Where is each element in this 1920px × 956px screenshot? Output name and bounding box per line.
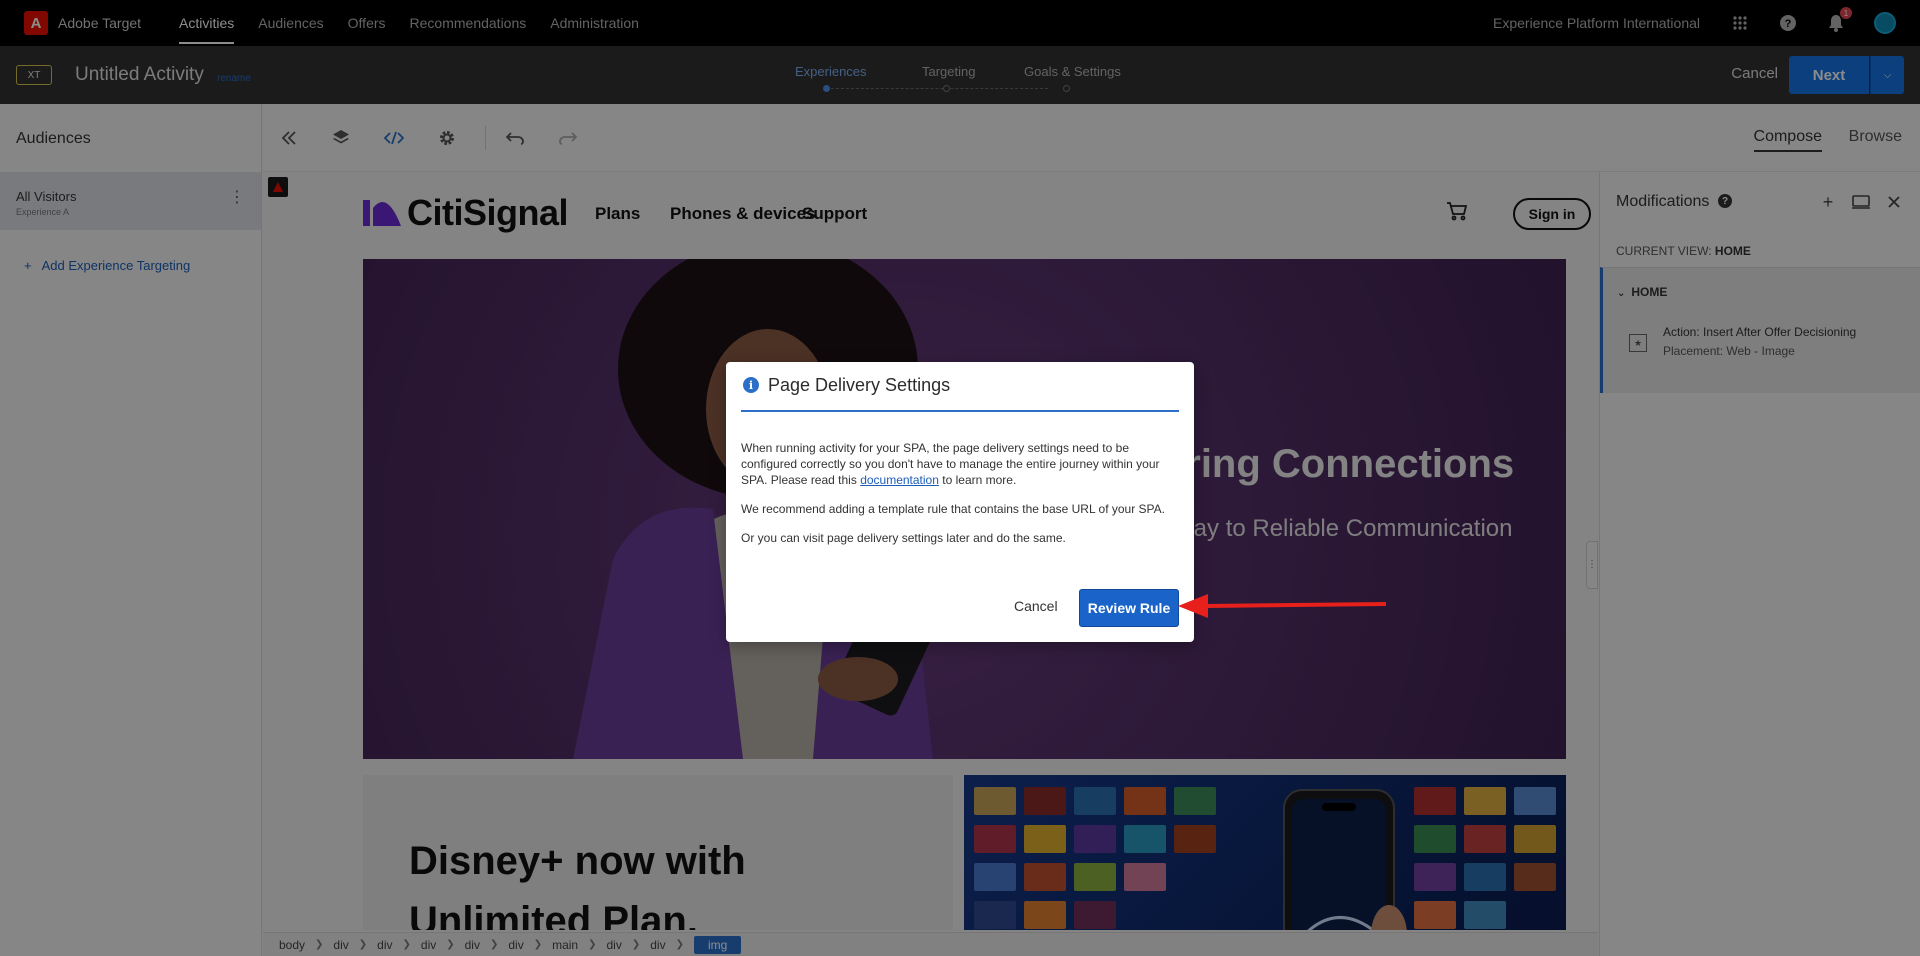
annotation-arrow — [1178, 594, 1386, 618]
dialog-title: Page Delivery Settings — [768, 375, 951, 395]
dialog-paragraph-2: We recommend adding a template rule that… — [741, 502, 1166, 516]
dialog-paragraph-1: When running activity for your SPA, the … — [741, 440, 1181, 488]
page-delivery-settings-dialog: i Page Delivery Settings When running ac… — [726, 362, 1194, 642]
documentation-link[interactable]: documentation — [860, 473, 939, 487]
dialog-cancel-button[interactable]: Cancel — [1014, 598, 1058, 614]
para1-after: to learn more. — [938, 473, 1017, 487]
info-icon: i — [743, 377, 759, 393]
review-rule-button[interactable]: Review Rule — [1079, 589, 1179, 627]
dialog-paragraph-3: Or you can visit page delivery settings … — [741, 531, 1066, 545]
dialog-body: When running activity for your SPA, the … — [741, 440, 1181, 559]
dialog-title-divider — [741, 410, 1179, 412]
